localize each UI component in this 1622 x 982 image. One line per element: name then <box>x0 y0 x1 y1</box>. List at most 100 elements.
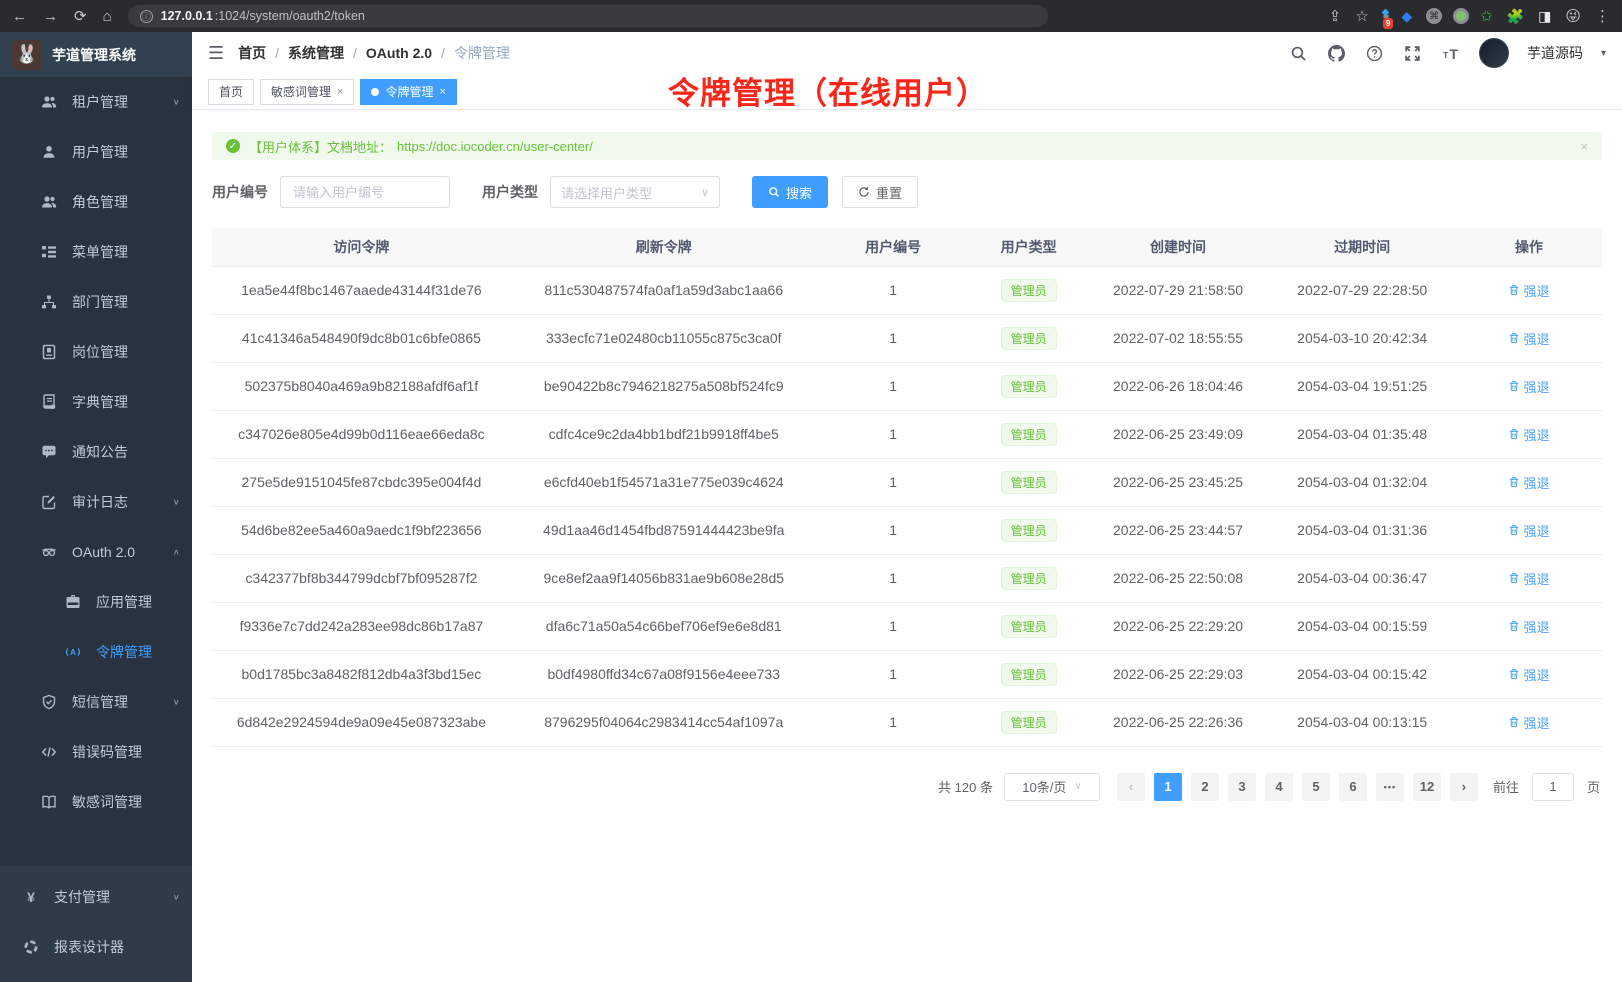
breadcrumb-item[interactable]: 系统管理 <box>288 43 344 63</box>
extension-blocks-icon[interactable]: ▪▪ ◆ 9 <box>1383 9 1388 23</box>
browser-reload-button[interactable]: ⟳ <box>74 9 87 24</box>
chevron-down-icon: ∨ <box>173 498 180 507</box>
page-button-6[interactable]: 6 <box>1339 773 1367 801</box>
green-dot-extension-icon[interactable] <box>1456 11 1466 21</box>
force-logout-button[interactable]: 强退 <box>1508 377 1549 396</box>
force-logout-button[interactable]: 强退 <box>1508 281 1549 300</box>
sidebar-item-报表设计器[interactable]: 报表设计器 <box>0 922 192 972</box>
reset-button[interactable]: 重置 <box>842 176 918 208</box>
access-token-cell: 275e5de9151045fe87cbdc395e004f4d <box>212 458 511 506</box>
tab-close-icon[interactable]: × <box>337 86 343 98</box>
page-button-5[interactable]: 5 <box>1302 773 1330 801</box>
info-alert: ✓ 【用户体系】文档地址： https://doc.iocoder.cn/use… <box>212 132 1602 160</box>
puzzle-extensions-icon[interactable]: 🧩 <box>1507 8 1524 25</box>
force-logout-button[interactable]: 强退 <box>1508 569 1549 588</box>
github-icon[interactable] <box>1327 43 1347 63</box>
access-token-cell: 6d842e2924594de9a09e45e087323abe <box>212 698 511 746</box>
sidebar-item-审计日志[interactable]: 审计日志∨ <box>0 477 192 527</box>
force-logout-button[interactable]: 强退 <box>1508 617 1549 636</box>
menu-item-label: 租户管理 <box>72 92 128 112</box>
breadcrumb-item[interactable]: OAuth 2.0 <box>366 45 432 61</box>
user-avatar[interactable] <box>1479 38 1509 68</box>
tab-敏感词管理[interactable]: 敏感词管理× <box>260 79 354 105</box>
address-bar[interactable]: ⓘ 127.0.0.1:1024/system/oauth2/token <box>128 5 1048 27</box>
page-button-1[interactable]: 1 <box>1154 773 1182 801</box>
page-button-3[interactable]: 3 <box>1228 773 1256 801</box>
sidebar-item-部门管理[interactable]: 部门管理 <box>0 277 192 327</box>
tab-令牌管理[interactable]: 令牌管理× <box>360 79 456 105</box>
force-logout-button[interactable]: 强退 <box>1508 473 1549 492</box>
force-logout-button[interactable]: 强退 <box>1508 425 1549 444</box>
goto-page-input[interactable] <box>1532 773 1574 801</box>
app-logo-bar[interactable]: 🐰 芋道管理系统 <box>0 32 192 77</box>
expire-time-cell: 2054-03-04 19:51:25 <box>1268 362 1456 410</box>
table-row: 6d842e2924594de9a09e45e087323abe8796295f… <box>212 698 1602 746</box>
sidebar-item-岗位管理[interactable]: 岗位管理 <box>0 327 192 377</box>
tab-首页[interactable]: 首页 <box>208 79 254 105</box>
browser-menu-icon[interactable]: ⋮ <box>1595 9 1610 24</box>
user-type-badge: 管理员 <box>1001 615 1057 638</box>
app-icon <box>64 593 82 611</box>
sidebar-item-短信管理[interactable]: 短信管理∨ <box>0 677 192 727</box>
access-token-cell: 41c41346a548490f9dc8b01c6bfe0865 <box>212 314 511 362</box>
force-logout-button[interactable]: 强退 <box>1508 521 1549 540</box>
browser-back-button[interactable]: ← <box>12 9 27 24</box>
command-extension-icon[interactable]: ⌘ <box>1426 8 1442 24</box>
share-icon[interactable]: ⇪ <box>1329 9 1342 24</box>
user-id-input[interactable] <box>280 176 450 208</box>
sidebar-item-OAuth 2.0[interactable]: OAuth 2.0∧ <box>0 527 192 577</box>
svg-text:A: A <box>70 647 76 657</box>
alert-doc-link[interactable]: https://doc.iocoder.cn/user-center/ <box>397 139 593 154</box>
sidebar-item-角色管理[interactable]: 角色管理 <box>0 177 192 227</box>
prev-page-button[interactable]: ‹ <box>1117 773 1145 801</box>
force-logout-button[interactable]: 强退 <box>1508 329 1549 348</box>
sidebar-item-通知公告[interactable]: 通知公告 <box>0 427 192 477</box>
search-button[interactable]: 搜索 <box>752 176 828 208</box>
app-title: 芋道管理系统 <box>52 45 136 65</box>
page-button-2[interactable]: 2 <box>1191 773 1219 801</box>
sidebar-item-敏感词管理[interactable]: 敏感词管理 <box>0 777 192 827</box>
user-icon <box>40 143 58 161</box>
browser-forward-button[interactable]: → <box>43 9 58 24</box>
green-star-extension-icon[interactable]: ✩ <box>1480 7 1493 25</box>
breadcrumb-item[interactable]: 首页 <box>238 43 266 63</box>
column-header: 过期时间 <box>1268 228 1456 266</box>
side-panel-icon[interactable]: ◨ <box>1538 8 1551 25</box>
force-logout-button[interactable]: 强退 <box>1508 665 1549 684</box>
site-info-icon[interactable]: ⓘ <box>140 10 153 23</box>
column-header: 刷新令牌 <box>511 228 817 266</box>
force-logout-button[interactable]: 强退 <box>1508 713 1549 732</box>
sidebar-item-用户管理[interactable]: 用户管理 <box>0 127 192 177</box>
sidebar-item-菜单管理[interactable]: 菜单管理 <box>0 227 192 277</box>
sidebar-collapse-icon[interactable]: ☰ <box>208 43 224 64</box>
bookmark-star-icon[interactable]: ☆ <box>1355 9 1368 24</box>
search-icon[interactable] <box>1289 43 1309 63</box>
sidebar-item-应用管理[interactable]: 应用管理 <box>0 577 192 627</box>
sidebar-item-支付管理[interactable]: ¥支付管理∨ <box>0 872 192 922</box>
page-size-select[interactable]: 10条/页 ∨ <box>1004 773 1100 801</box>
created-time-cell: 2022-06-25 22:29:03 <box>1088 650 1269 698</box>
page-button-12[interactable]: 12 <box>1413 773 1441 801</box>
sidebar-item-租户管理[interactable]: 租户管理∨ <box>0 77 192 127</box>
browser-home-button[interactable]: ⌂ <box>103 9 112 24</box>
user-type-select[interactable]: 请选择用户类型 ∨ <box>550 176 720 208</box>
menu-item-label: 通知公告 <box>72 442 128 462</box>
pagination-total: 共 120 条 <box>938 777 993 796</box>
chevron-down-icon[interactable]: ▾ <box>1601 48 1606 59</box>
next-page-button[interactable]: › <box>1450 773 1478 801</box>
refresh-token-cell: b0df4980ffd34c67a08f9156e4eee733 <box>511 650 817 698</box>
font-size-icon[interactable]: TT <box>1441 43 1461 63</box>
tab-close-icon[interactable]: × <box>439 86 445 98</box>
fullscreen-icon[interactable] <box>1403 43 1423 63</box>
alert-close-icon[interactable]: × <box>1580 139 1588 154</box>
profile-avatar-icon[interactable]: 😜 <box>1565 7 1581 25</box>
gem-extension-icon[interactable]: ◆ <box>1401 8 1412 25</box>
page-button-4[interactable]: 4 <box>1265 773 1293 801</box>
created-time-cell: 2022-06-25 23:45:25 <box>1088 458 1269 506</box>
refresh-token-cell: 49d1aa46d1454fbd87591444423be9fa <box>511 506 817 554</box>
pagination-more[interactable]: ••• <box>1376 773 1404 801</box>
sidebar-item-令牌管理[interactable]: A令牌管理 <box>0 627 192 677</box>
sidebar-item-错误码管理[interactable]: 错误码管理 <box>0 727 192 777</box>
sidebar-item-字典管理[interactable]: 字典管理 <box>0 377 192 427</box>
help-icon[interactable] <box>1365 43 1385 63</box>
